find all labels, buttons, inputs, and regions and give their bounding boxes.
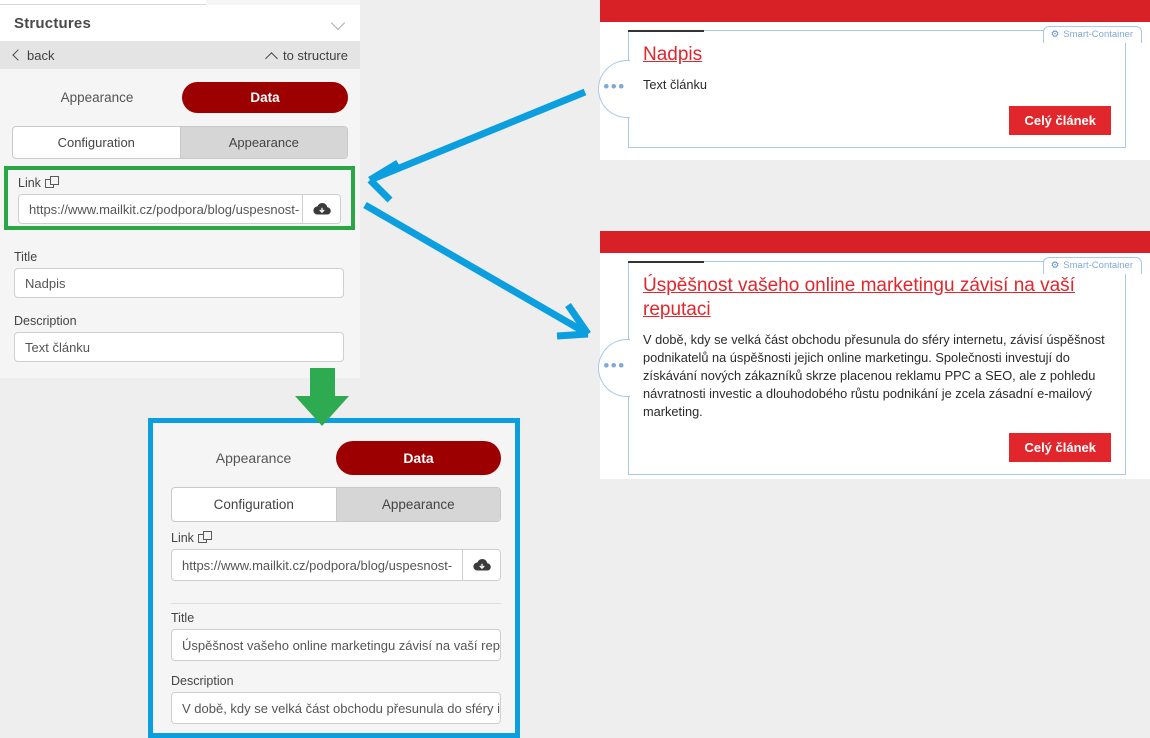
- to-structure-button[interactable]: to structure: [266, 48, 348, 63]
- email-preview-top: ⚙ Smart-Container ••• Nadpis Text článku…: [598, 0, 1150, 160]
- link-label: Link: [18, 176, 41, 190]
- mode-tabs: Appearance Data: [12, 82, 348, 113]
- chevron-up-icon: [266, 51, 277, 60]
- callout-section-tabs: Configuration Appearance: [171, 487, 501, 522]
- callout-tab-appearance[interactable]: Appearance: [335, 488, 500, 521]
- title-field: Title Nadpis: [14, 250, 344, 298]
- tab-appearance[interactable]: Appearance: [179, 127, 347, 158]
- callout-zoom-panel: Appearance Data Configuration Appearance…: [148, 418, 520, 738]
- callout-divider: [171, 603, 501, 604]
- full-article-button[interactable]: Celý článek: [1009, 105, 1111, 135]
- callout-title-label: Title: [171, 611, 195, 625]
- preview-button-row: Celý článek: [643, 105, 1111, 135]
- callout-description-field: Description V době, kdy se velká část ob…: [171, 674, 501, 724]
- preview-title-link[interactable]: Nadpis: [643, 44, 702, 65]
- tab-appearance-mode[interactable]: Appearance: [12, 82, 182, 113]
- arrow-to-link-field: [368, 88, 587, 184]
- callout-mode-tabs: Appearance Data: [171, 441, 501, 475]
- callout-description-input[interactable]: V době, kdy se velká část obchodu přesun…: [171, 692, 501, 724]
- arrow-to-bottom-preview: [363, 201, 590, 338]
- callout-tab-appearance-mode[interactable]: Appearance: [171, 442, 336, 474]
- tab-configuration[interactable]: Configuration: [13, 127, 180, 158]
- preview-text: Text článku: [643, 76, 708, 92]
- back-label: back: [27, 47, 55, 63]
- email-preview-bottom: ⚙ Smart-Container ••• Úspěšnost vašeho o…: [598, 231, 1150, 479]
- preview-title-wrap: Úspěšnost vašeho online marketingu závis…: [643, 274, 1111, 322]
- page-title: Structures: [14, 14, 92, 32]
- callout-title-input[interactable]: Úspěšnost vašeho online marketingu závis…: [171, 629, 501, 661]
- to-structure-label: to structure: [282, 47, 348, 63]
- callout-description-label: Description: [171, 674, 234, 688]
- callout-tab-data-mode[interactable]: Data: [336, 441, 501, 475]
- description-field: Description Text článku: [14, 314, 344, 362]
- description-input[interactable]: Text článku: [14, 332, 344, 362]
- back-button[interactable]: back: [12, 48, 54, 63]
- preview-text: V době, kdy se velká část obchodu přesun…: [643, 331, 1105, 420]
- preview-title-wrap: Nadpis: [643, 43, 1111, 67]
- callout-tab-configuration[interactable]: Configuration: [172, 488, 336, 521]
- ellipsis-handle-icon[interactable]: •••: [598, 339, 630, 398]
- callout-title-input-value: Úspěšnost vašeho online marketingu závis…: [182, 637, 500, 653]
- tab-data-mode[interactable]: Data: [182, 82, 348, 113]
- smart-container-label: Smart-Container: [1063, 260, 1133, 271]
- smart-container-badge[interactable]: ⚙ Smart-Container: [1042, 26, 1142, 43]
- editor-panel: Structures back to structure Appearance …: [0, 0, 360, 378]
- description-label: Description: [14, 314, 77, 328]
- preview-red-banner: [600, 0, 1150, 22]
- chevron-down-icon[interactable]: [332, 16, 346, 30]
- description-input-value: Text článku: [25, 339, 91, 355]
- chevron-left-icon: [12, 51, 21, 60]
- callout-title-field: Title Úspěšnost vašeho online marketingu…: [171, 611, 501, 661]
- copy-icon[interactable]: [197, 531, 212, 543]
- smart-container-badge[interactable]: ⚙ Smart-Container: [1042, 257, 1142, 274]
- link-field-highlight: Link https://www.mailkit.cz/podpora/blog…: [4, 166, 355, 230]
- cloud-download-icon[interactable]: [462, 550, 500, 580]
- callout-link-field: Link https://www.mailkit.cz/podpora/blog…: [171, 531, 501, 581]
- full-article-button[interactable]: Celý článek: [1009, 433, 1111, 463]
- callout-description-input-value: V době, kdy se velká část obchodu přesun…: [182, 700, 500, 716]
- link-label-row: Link: [18, 176, 341, 190]
- cloud-download-icon[interactable]: [302, 195, 340, 223]
- smart-container-label: Smart-Container: [1063, 29, 1133, 40]
- callout-link-label-row: Link: [171, 531, 501, 545]
- callout-link-label: Link: [171, 531, 194, 545]
- preview-title-link[interactable]: Úspěšnost vašeho online marketingu závis…: [643, 275, 1075, 320]
- preview-red-banner: [600, 231, 1150, 253]
- structures-header[interactable]: Structures: [0, 5, 360, 41]
- copy-icon[interactable]: [44, 176, 59, 188]
- link-input-value: https://www.mailkit.cz/podpora/blog/uspe…: [29, 201, 300, 217]
- preview-button-row: Celý článek: [643, 433, 1111, 463]
- title-input-value: Nadpis: [25, 275, 66, 291]
- callout-link-input[interactable]: https://www.mailkit.cz/podpora/blog/uspe…: [171, 549, 501, 581]
- link-input[interactable]: https://www.mailkit.cz/podpora/blog/uspe…: [18, 194, 341, 224]
- smart-container-block[interactable]: ••• Nadpis Text článku Celý článek: [598, 30, 1126, 148]
- callout-link-input-value: https://www.mailkit.cz/podpora/blog/uspe…: [182, 557, 453, 573]
- title-label: Title: [14, 250, 38, 264]
- title-input[interactable]: Nadpis: [14, 268, 344, 298]
- smart-container-block[interactable]: ••• Úspěšnost vašeho online marketingu z…: [598, 261, 1126, 476]
- section-tabs: Configuration Appearance: [12, 126, 348, 159]
- ellipsis-handle-icon[interactable]: •••: [598, 59, 630, 118]
- gear-icon: ⚙: [1050, 28, 1060, 40]
- gear-icon: ⚙: [1050, 259, 1060, 271]
- breadcrumb-bar: back to structure: [0, 41, 360, 69]
